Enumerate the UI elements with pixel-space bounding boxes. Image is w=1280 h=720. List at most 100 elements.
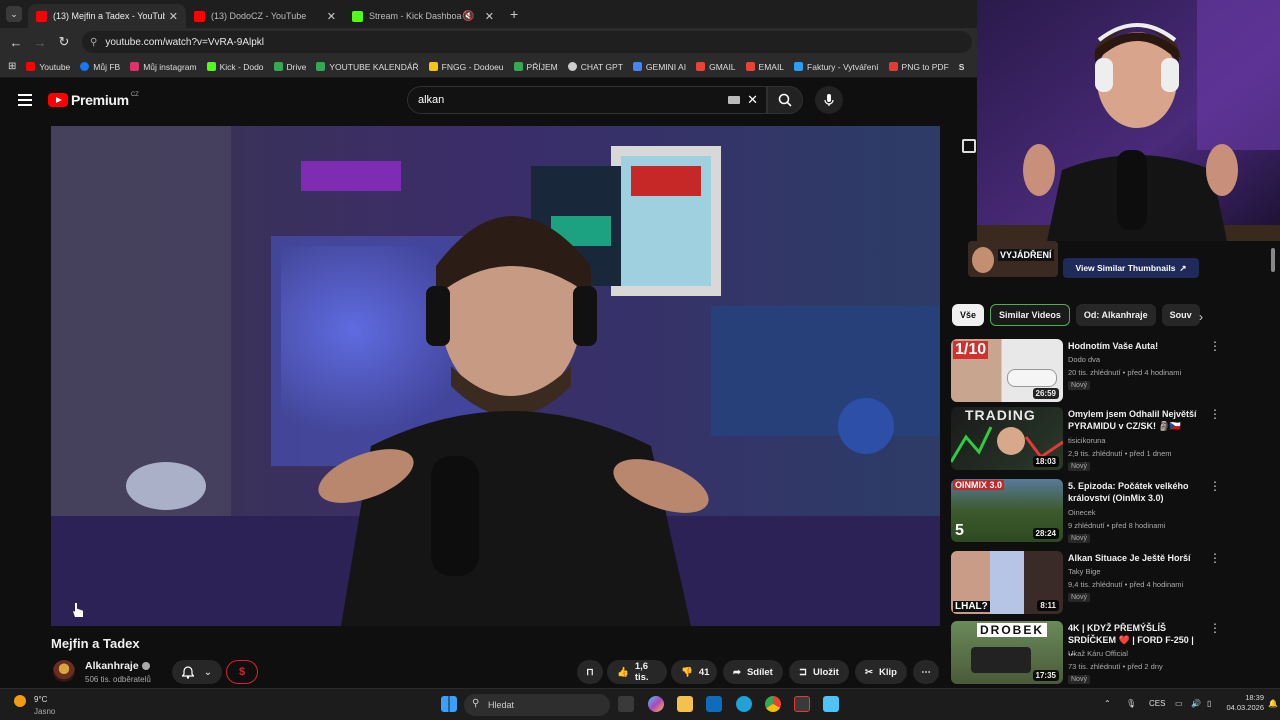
bookmark-prijem[interactable]: PŘÍJEM: [513, 62, 558, 72]
bookmark-kick[interactable]: Kick - Dodo: [206, 62, 264, 72]
task-view-icon[interactable]: [618, 696, 634, 712]
channel-name[interactable]: Ukaž Káru Official: [1068, 649, 1128, 658]
menu-icon[interactable]: [18, 94, 32, 106]
windows-start-icon[interactable]: [441, 696, 457, 712]
channel-name[interactable]: tisicikoruna: [1068, 436, 1106, 445]
bookmark-chatgpt[interactable]: CHAT GPT: [567, 62, 623, 72]
sidebar-action-icon[interactable]: [962, 139, 976, 153]
sidebar-scrollbar[interactable]: [1271, 248, 1275, 272]
recommendation-item[interactable]: OINMIX 3.0 5 28:24 5. Epizoda: Počátek v…: [951, 479, 1221, 543]
channel-name[interactable]: Oinecek: [1068, 508, 1096, 517]
tab-youtube-mejfin[interactable]: (13) Mejfin a Tadex - YouTube ✕: [28, 4, 186, 28]
chip-all[interactable]: Vše: [952, 304, 985, 326]
network-icon[interactable]: ▭: [1175, 699, 1183, 708]
language-indicator[interactable]: CES: [1149, 699, 1165, 708]
notepad-icon[interactable]: [823, 696, 839, 712]
more-vertical-icon[interactable]: ⋮: [1209, 407, 1221, 421]
save-button[interactable]: ⊐ Uložit: [789, 660, 849, 684]
search-button[interactable]: [767, 86, 803, 114]
video-title[interactable]: Alkan Situace Je Ještě Horší: [1068, 552, 1198, 564]
more-actions-button[interactable]: ⋯: [913, 660, 939, 684]
site-info-icon[interactable]: ⚲: [90, 37, 97, 48]
copilot-icon[interactable]: [648, 696, 664, 712]
keyboard-icon[interactable]: [728, 96, 740, 104]
chrome-icon[interactable]: [765, 696, 781, 712]
video-thumbnail[interactable]: DROBEK 17:35: [951, 621, 1063, 684]
save-to-watchlater-button[interactable]: ⊓: [577, 660, 603, 684]
video-title[interactable]: Hodnotím Vaše Auta!: [1068, 340, 1198, 352]
more-vertical-icon[interactable]: ⋮: [1209, 551, 1221, 565]
microphone-tray-icon[interactable]: 🎙: [1126, 699, 1136, 708]
apps-grid-icon[interactable]: ⊞: [8, 61, 16, 72]
system-clock[interactable]: 18:39 04.03.2026: [1226, 693, 1264, 713]
subscription-bell-button[interactable]: ⌄: [172, 660, 222, 684]
outlook-icon[interactable]: [706, 696, 722, 712]
video-title[interactable]: 5. Epizoda: Počátek velkého království (…: [1068, 480, 1198, 504]
chip-similar-videos[interactable]: Similar Videos: [990, 304, 1070, 326]
recommendation-item[interactable]: 1/10 26:59 Hodnotím Vaše Auta! Dodo dva …: [951, 339, 1221, 403]
battery-icon[interactable]: ▯: [1207, 699, 1211, 708]
tray-overflow-icon[interactable]: ⌃: [1104, 699, 1111, 708]
active-app-icon[interactable]: [794, 696, 810, 712]
bookmark-yt-calendar[interactable]: YOUTUBE KALENDÁŘ: [316, 62, 419, 72]
new-tab-icon[interactable]: +: [510, 6, 518, 22]
video-title[interactable]: Omylem jsem Odhalil Největší PYRAMIDU v …: [1068, 408, 1198, 432]
view-similar-thumbnails-button[interactable]: View Similar Thumbnails ↗: [1063, 258, 1199, 278]
muted-audio-icon[interactable]: 🔇: [462, 11, 474, 22]
bookmark-email[interactable]: EMAIL: [745, 62, 784, 72]
chevron-right-icon[interactable]: ›: [1199, 310, 1203, 324]
youtube-premium-logo[interactable]: Premium CZ: [48, 92, 139, 108]
volume-icon[interactable]: 🔊: [1191, 699, 1201, 708]
bookmark-faktury[interactable]: Faktury - Vytváření: [794, 62, 879, 72]
share-button[interactable]: ➦ Sdílet: [723, 660, 783, 684]
taskbar-search-input[interactable]: ⚲ Hledat: [464, 694, 610, 716]
close-tab-icon[interactable]: ✕: [327, 10, 336, 23]
back-icon[interactable]: ←: [4, 35, 28, 50]
bookmark-instagram[interactable]: Můj instagram: [130, 62, 197, 72]
more-vertical-icon[interactable]: ⋮: [1209, 479, 1221, 493]
clip-button[interactable]: ✂ Klip: [855, 660, 907, 684]
video-thumbnail[interactable]: TRADING 18:03: [951, 407, 1063, 470]
more-vertical-icon[interactable]: ⋮: [1209, 621, 1221, 635]
notification-icon[interactable]: 🔔: [1268, 699, 1278, 708]
channel-name[interactable]: Dodo dva: [1068, 355, 1100, 364]
chip-related[interactable]: Souv: [1161, 304, 1200, 326]
video-thumbnail[interactable]: 1/10 26:59: [951, 339, 1063, 402]
video-thumbnail[interactable]: OINMIX 3.0 5 28:24: [951, 479, 1063, 542]
search-input[interactable]: alkan ✕: [407, 86, 767, 114]
clear-search-icon[interactable]: ✕: [747, 92, 758, 108]
dislike-button[interactable]: 👎 41: [671, 660, 717, 684]
bookmark-gemini[interactable]: GEMINI AI: [632, 62, 686, 72]
video-player[interactable]: [51, 126, 940, 626]
join-button[interactable]: $: [226, 660, 258, 684]
recommendation-item[interactable]: TRADING 18:03 Omylem jsem Odhalil Největ…: [951, 407, 1221, 471]
bookmark-png-to-pdf[interactable]: PNG to PDF: [888, 62, 949, 72]
channel-name[interactable]: Taky Bige: [1068, 567, 1101, 576]
channel-name-link[interactable]: Alkanhraje: [85, 660, 150, 672]
reload-icon[interactable]: ↻: [52, 34, 76, 50]
recommendation-item[interactable]: LHAL? 8:11 Alkan Situace Je Ještě Horší …: [951, 551, 1221, 615]
url-field[interactable]: ⚲ youtube.com/watch?v=VvRA-9Alpkl: [82, 31, 972, 53]
more-vertical-icon[interactable]: ⋮: [1209, 339, 1221, 353]
bookmark-fb[interactable]: Můj FB: [80, 62, 120, 72]
close-tab-icon[interactable]: ✕: [485, 10, 494, 23]
tab-youtube-dodocz[interactable]: (13) DodoCZ - YouTube ✕: [186, 4, 344, 28]
bookmark-fngg[interactable]: FNGG - Dodoeu: [428, 62, 504, 72]
like-button[interactable]: 👍 1,6 tis.: [607, 660, 667, 684]
chip-from-channel[interactable]: Od: Alkanhraje: [1075, 304, 1156, 326]
recommendation-item[interactable]: DROBEK 17:35 4K | KDYŽ PŘEMÝŠLÍŠ SRDÍČKE…: [951, 621, 1221, 685]
bookmark-youtube[interactable]: Youtube: [26, 62, 70, 72]
voice-search-button[interactable]: [815, 86, 843, 114]
file-explorer-icon[interactable]: [677, 696, 693, 712]
sidebar-top-thumbnail[interactable]: VYJÁDŘENÍ: [968, 241, 1058, 277]
channel-avatar[interactable]: [53, 660, 75, 682]
forward-icon[interactable]: →: [28, 35, 52, 50]
close-tab-icon[interactable]: ✕: [169, 10, 178, 23]
video-thumbnail[interactable]: LHAL? 8:11: [951, 551, 1063, 614]
tab-kick-dashboard[interactable]: Stream - Kick Dashboard 🔇 ✕: [344, 4, 502, 28]
bookmark-gmail[interactable]: GMAIL: [696, 62, 736, 72]
bookmark-s[interactable]: S: [959, 62, 965, 72]
edge-icon[interactable]: [736, 696, 752, 712]
tab-search-button[interactable]: ⌄: [6, 6, 22, 22]
bookmark-drive[interactable]: Drive: [273, 62, 306, 72]
